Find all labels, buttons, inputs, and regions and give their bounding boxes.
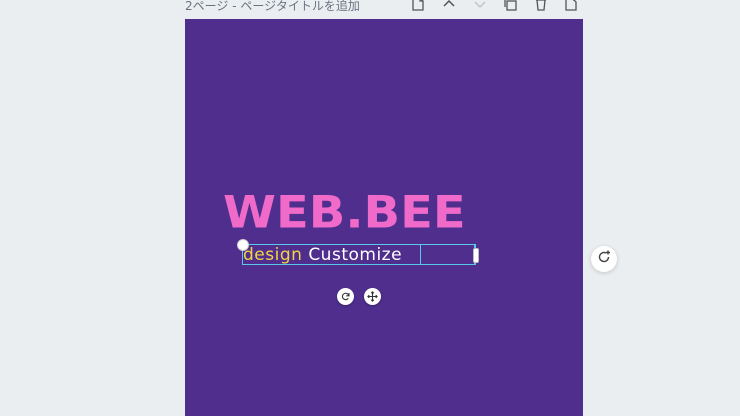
move-button[interactable] (364, 288, 381, 305)
design-canvas[interactable]: WEB.BEE design Customize (185, 19, 583, 416)
side-action-button[interactable] (591, 246, 617, 272)
page-header: 2ページ - ページタイトルを追加 (0, 0, 740, 18)
customize-word: Customize (308, 245, 403, 265)
resize-handle[interactable] (473, 248, 479, 263)
rotate-button[interactable] (337, 288, 354, 305)
duplicate-icon[interactable] (502, 0, 518, 12)
chevron-down-icon[interactable] (472, 0, 488, 12)
design-word: design (243, 245, 303, 265)
brand-title[interactable]: WEB.BEE (223, 187, 466, 239)
chevron-up-icon[interactable] (441, 0, 457, 12)
refresh-add-icon (596, 249, 612, 269)
move-icon (367, 287, 378, 306)
text-caret-box (420, 244, 476, 265)
notes-icon[interactable] (410, 0, 426, 12)
rotate-icon (340, 287, 351, 306)
selection-handle[interactable] (237, 239, 249, 251)
page-title[interactable]: 2ページ - ページタイトルを追加 (185, 0, 360, 14)
subtitle-text[interactable]: design Customize (243, 245, 402, 265)
add-page-icon[interactable] (563, 0, 579, 12)
trash-icon[interactable] (533, 0, 549, 12)
